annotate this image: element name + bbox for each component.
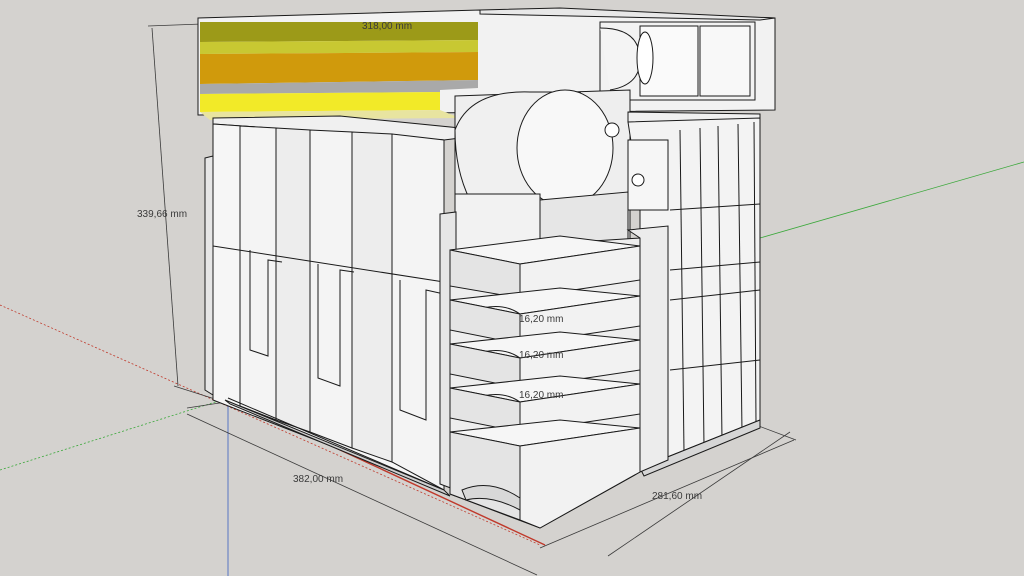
drawer-5[interactable] [449,419,641,529]
right-small-hole [631,173,645,187]
pipe-end [636,31,654,85]
dim-depth-label: 281,60 mm [652,491,702,502]
fan-cylinder[interactable] [454,89,631,259]
layer-yellow [200,92,440,112]
top-right-block-inner2 [699,25,751,97]
dim-gap-2: 16,20 mm [519,350,563,361]
panel-2 [275,127,311,433]
model-canvas[interactable]: 318,00 mm 339,66 mm 382,00 mm 281,60 mm … [0,0,1024,576]
sketchup-viewport[interactable]: 318,00 mm 339,66 mm 382,00 mm 281,60 mm … [0,0,1024,576]
drawer-stack[interactable] [439,211,669,529]
green-axis-line-dashed [0,397,229,471]
layer-yellow-green [200,40,478,54]
dim-gap-1: 16,20 mm [519,314,563,325]
fan-face [516,89,614,207]
dim-top-label: 318,00 mm [362,21,412,32]
layer-orange [200,52,478,84]
panel-1 [239,125,277,421]
left-panel-block[interactable] [204,115,461,497]
layer-olive [200,22,478,42]
drawer-5-side [449,431,521,521]
left-side-strip [204,155,214,396]
fan-hole [604,122,620,138]
panel-3 [309,129,353,449]
dim-gap-3: 16,20 mm [519,390,563,401]
dim-width-label: 382,00 mm [293,474,343,485]
layer-stack [200,22,478,120]
dim-height-label: 339,66 mm [137,209,187,220]
green-axis-line [759,161,1024,239]
panel-4 [351,131,393,463]
